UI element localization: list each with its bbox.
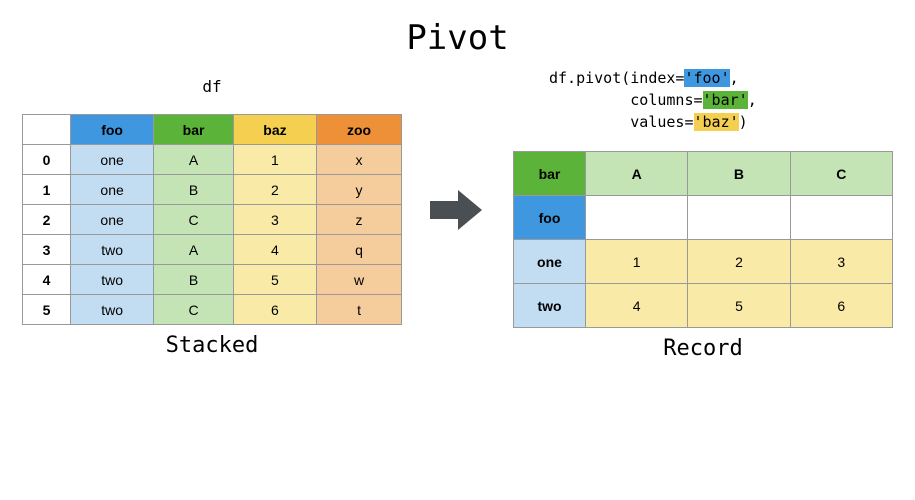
cell-baz: 4 — [233, 235, 316, 265]
row-index: 0 — [23, 145, 71, 175]
stacked-panel: df foo bar baz zoo 0 one A 1 x 1 one B 2 — [22, 67, 402, 358]
row-index: 4 — [23, 265, 71, 295]
cell-bar: A — [154, 235, 234, 265]
corner-foo: foo — [514, 196, 586, 240]
value-cell: 3 — [790, 240, 892, 284]
col-header: C — [790, 152, 892, 196]
code-text: df.pivot(index= — [549, 69, 684, 87]
cell-bar: C — [154, 205, 234, 235]
cell-zoo: z — [317, 205, 402, 235]
empty-cell — [586, 196, 688, 240]
cell-foo: two — [71, 265, 154, 295]
value-cell: 5 — [688, 284, 790, 328]
cell-baz: 6 — [233, 295, 316, 325]
code-arg-values: 'baz' — [694, 113, 739, 131]
cell-baz: 2 — [233, 175, 316, 205]
cell-zoo: t — [317, 295, 402, 325]
cell-baz: 1 — [233, 145, 316, 175]
code-arg-columns: 'bar' — [703, 91, 748, 109]
corner-bar: bar — [514, 152, 586, 196]
pivot-code: df.pivot(index='foo', columns='bar', val… — [549, 68, 893, 133]
header-foo: foo — [71, 115, 154, 145]
cell-foo: one — [71, 205, 154, 235]
row-index: two — [514, 284, 586, 328]
df-label: df — [22, 77, 402, 96]
page-title: Pivot — [0, 0, 915, 64]
cell-zoo: w — [317, 265, 402, 295]
cell-bar: B — [154, 265, 234, 295]
table-row: 3 two A 4 q — [23, 235, 402, 265]
record-caption: Record — [513, 336, 893, 361]
row-index: 1 — [23, 175, 71, 205]
cell-bar: C — [154, 295, 234, 325]
code-text: , — [730, 69, 739, 87]
col-header: A — [586, 152, 688, 196]
table-row: 5 two C 6 t — [23, 295, 402, 325]
cell-zoo: x — [317, 145, 402, 175]
cell-bar: A — [154, 145, 234, 175]
empty-cell — [790, 196, 892, 240]
record-table: bar A B C foo one 1 2 3 two 4 5 6 — [513, 151, 893, 328]
table-row: 2 one C 3 z — [23, 205, 402, 235]
value-cell: 2 — [688, 240, 790, 284]
value-cell: 4 — [586, 284, 688, 328]
cell-foo: two — [71, 235, 154, 265]
header-bar: bar — [154, 115, 234, 145]
cell-foo: one — [71, 145, 154, 175]
row-index: 5 — [23, 295, 71, 325]
cell-baz: 3 — [233, 205, 316, 235]
row-index: 3 — [23, 235, 71, 265]
empty-cell — [688, 196, 790, 240]
col-header: B — [688, 152, 790, 196]
code-text: values= — [549, 113, 694, 131]
cell-zoo: y — [317, 175, 402, 205]
table-row: one 1 2 3 — [514, 240, 893, 284]
stacked-table: foo bar baz zoo 0 one A 1 x 1 one B 2 y … — [22, 114, 402, 325]
cell-foo: one — [71, 175, 154, 205]
table-row: 4 two B 5 w — [23, 265, 402, 295]
row-index: 2 — [23, 205, 71, 235]
cell-bar: B — [154, 175, 234, 205]
row-index: one — [514, 240, 586, 284]
arrow-right-icon — [430, 190, 486, 230]
value-cell: 1 — [586, 240, 688, 284]
header-blank — [23, 115, 71, 145]
value-cell: 6 — [790, 284, 892, 328]
record-panel: df.pivot(index='foo', columns='bar', val… — [513, 64, 893, 361]
cell-baz: 5 — [233, 265, 316, 295]
code-text: columns= — [549, 91, 703, 109]
code-text: , — [748, 91, 757, 109]
table-row: two 4 5 6 — [514, 284, 893, 328]
table-row: 0 one A 1 x — [23, 145, 402, 175]
code-text: ) — [739, 113, 748, 131]
diagram-stage: df foo bar baz zoo 0 one A 1 x 1 one B 2 — [0, 64, 915, 361]
cell-zoo: q — [317, 235, 402, 265]
cell-foo: two — [71, 295, 154, 325]
header-baz: baz — [233, 115, 316, 145]
table-row: 1 one B 2 y — [23, 175, 402, 205]
code-arg-index: 'foo' — [684, 69, 729, 87]
header-zoo: zoo — [317, 115, 402, 145]
stacked-caption: Stacked — [22, 333, 402, 358]
